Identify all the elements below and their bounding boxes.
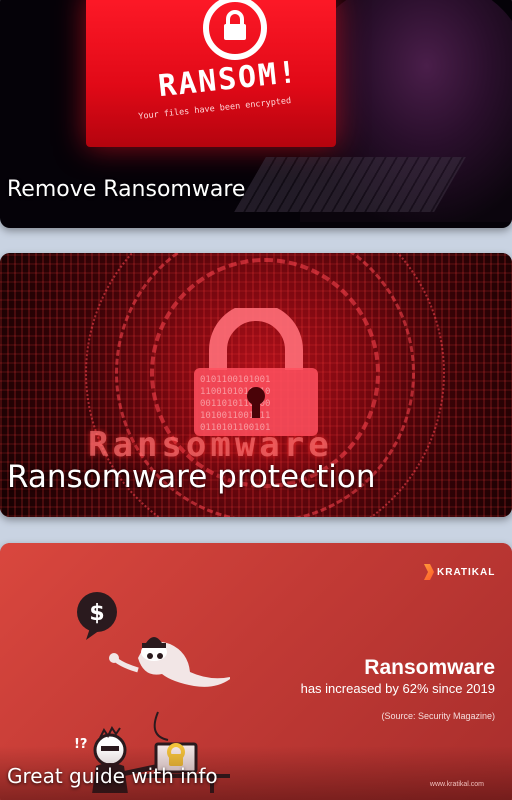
infographic-headline: Ransomware [364, 656, 495, 679]
kratikal-logo-icon [424, 564, 434, 580]
padlock-icon: 0101100101001 1100101010110 001101011010… [194, 308, 318, 436]
card-title: Great guide with info [7, 764, 218, 788]
lock-icon [203, 0, 267, 60]
card-title: Remove Ransomware [7, 177, 246, 202]
svg-text:$: $ [89, 601, 104, 626]
article-card-ransomware-protection[interactable]: 0101100101001 1100101010110 001101011010… [0, 253, 512, 517]
infographic-source: (Source: Security Magazine) [381, 711, 495, 721]
infographic-stat: has increased by 62% since 2019 [300, 681, 495, 696]
brand-name: KRATIKAL [437, 566, 496, 578]
brand-logo: KRATIKAL [424, 564, 495, 580]
article-card-great-guide[interactable]: KRATIKAL $ !? Ransomware has increased b… [0, 543, 512, 800]
infographic-website: www.kratikal.com [429, 781, 484, 788]
svg-text:0101100101001: 0101100101001 [200, 375, 270, 385]
card-title: Ransomware protection [7, 459, 376, 495]
ransom-monitor-screen: RANSOM! Your files have been encrypted [86, 0, 336, 147]
article-card-remove-ransomware[interactable]: RANSOM! Your files have been encrypted R… [0, 0, 512, 228]
keyboard [234, 157, 466, 212]
